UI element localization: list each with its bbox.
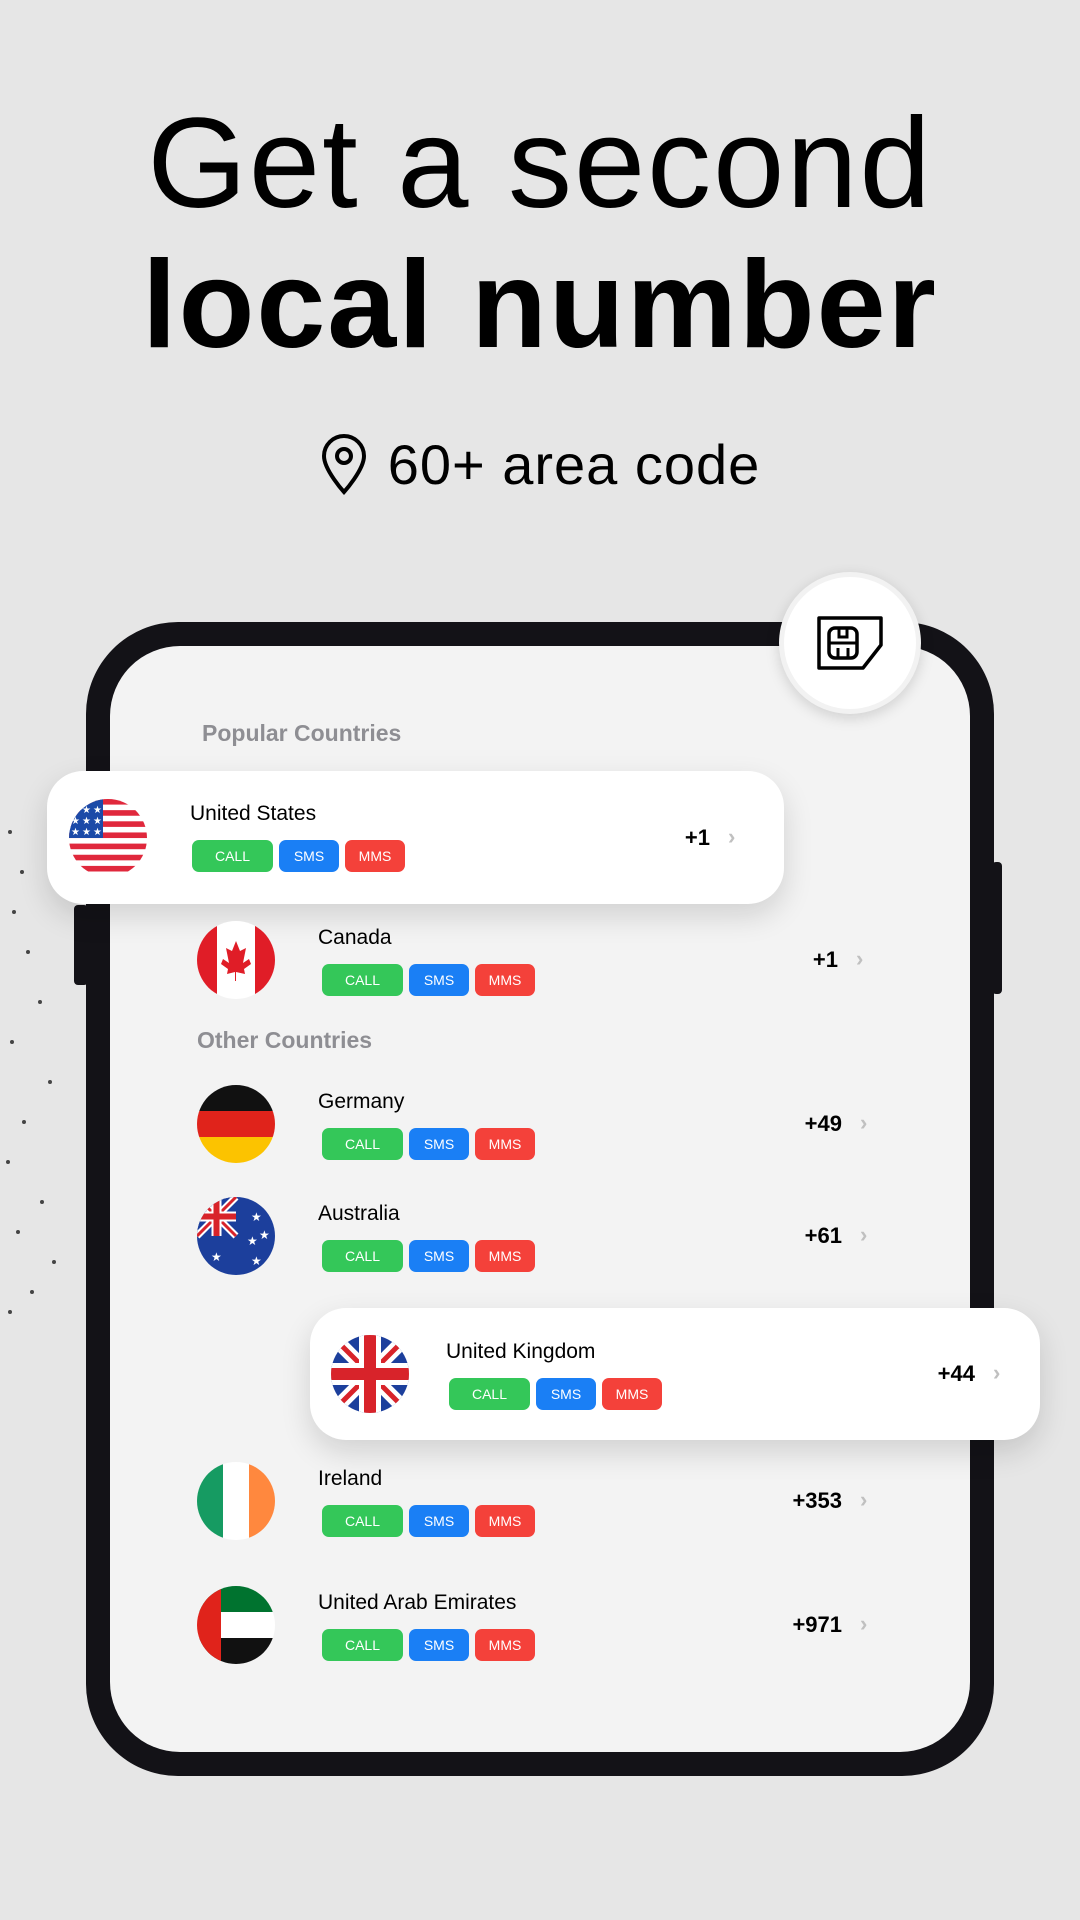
svg-text:★: ★ [82, 805, 91, 816]
section-other: Other Countries [197, 1027, 373, 1053]
chevron-right-icon: › [860, 1110, 868, 1135]
call-badge: CALL [322, 1505, 403, 1537]
headline-line2: local number [142, 236, 938, 374]
mms-badge: MMS [602, 1378, 662, 1410]
chevron-right-icon: › [860, 1222, 868, 1247]
chevron-right-icon: › [860, 1611, 868, 1636]
svg-text:★: ★ [247, 1234, 258, 1248]
sim-card-icon [817, 616, 883, 670]
sms-badge: SMS [279, 840, 339, 872]
svg-text:★: ★ [93, 805, 102, 816]
chevron-right-icon: › [993, 1360, 1001, 1385]
section-popular: Popular Countries [202, 720, 402, 746]
sim-card-badge [779, 572, 921, 714]
sms-badge: SMS [409, 1240, 469, 1272]
capability-badges: CALL SMS MMS [322, 1240, 535, 1272]
svg-text:★: ★ [93, 827, 102, 838]
country-name: United Arab Emirates [318, 1591, 517, 1614]
sms-badge: SMS [409, 964, 469, 996]
mms-badge: MMS [475, 1505, 535, 1537]
svg-text:★: ★ [259, 1228, 270, 1242]
capability-badges: CALL SMS MMS [192, 840, 405, 872]
country-name: Australia [318, 1202, 400, 1225]
country-name: Canada [318, 926, 392, 949]
svg-text:★: ★ [251, 1210, 262, 1224]
call-badge: CALL [322, 964, 403, 996]
dial-code: +971 [792, 1612, 842, 1637]
country-name: United Kingdom [446, 1340, 596, 1363]
chevron-right-icon: › [728, 824, 736, 849]
capability-badges: CALL SMS MMS [322, 1505, 535, 1537]
subtitle-text: 60+ area code [387, 433, 761, 496]
capability-badges: CALL SMS MMS [322, 1629, 535, 1661]
uk-flag-icon [331, 1335, 409, 1413]
sms-badge: SMS [409, 1128, 469, 1160]
svg-text:★: ★ [71, 827, 80, 838]
svg-text:★: ★ [251, 1254, 262, 1268]
call-badge: CALL [322, 1128, 403, 1160]
svg-text:★: ★ [211, 1250, 222, 1264]
mms-badge: MMS [475, 1629, 535, 1661]
canada-flag-icon [197, 921, 275, 999]
headline-line1: Get a second [147, 92, 933, 235]
mms-badge: MMS [345, 840, 405, 872]
capability-badges: CALL SMS MMS [322, 1128, 535, 1160]
svg-text:★: ★ [82, 816, 91, 827]
capability-badges: CALL SMS MMS [449, 1378, 662, 1410]
chevron-right-icon: › [856, 946, 864, 971]
uae-flag-icon [197, 1586, 275, 1664]
dial-code: +49 [804, 1111, 842, 1136]
call-badge: CALL [192, 840, 273, 872]
chevron-right-icon: › [860, 1487, 868, 1512]
location-pin-icon [321, 433, 366, 495]
dial-code: +1 [812, 947, 838, 972]
call-badge: CALL [322, 1240, 403, 1272]
ireland-flag-icon [197, 1462, 275, 1540]
svg-text:★: ★ [82, 827, 91, 838]
dial-code: +1 [684, 825, 710, 850]
country-name: Ireland [318, 1467, 383, 1490]
mms-badge: MMS [475, 1240, 535, 1272]
call-badge: CALL [322, 1629, 403, 1661]
dial-code: +61 [804, 1223, 842, 1248]
capability-badges: CALL SMS MMS [322, 964, 535, 996]
australia-flag-icon: ★ ★ ★ ★ ★ [197, 1197, 275, 1275]
country-name: Germany [318, 1090, 405, 1113]
sms-badge: SMS [409, 1629, 469, 1661]
country-name: United States [190, 802, 317, 825]
mms-badge: MMS [475, 964, 535, 996]
dial-code: +353 [792, 1488, 842, 1513]
germany-flag-icon [197, 1085, 275, 1163]
svg-text:★: ★ [93, 816, 102, 827]
dial-code: +44 [937, 1361, 975, 1386]
call-badge: CALL [449, 1378, 530, 1410]
sms-badge: SMS [536, 1378, 596, 1410]
sms-badge: SMS [409, 1505, 469, 1537]
us-flag-icon: ★★★★★★★★★ [69, 799, 147, 877]
mms-badge: MMS [475, 1128, 535, 1160]
subtitle: 60+ area code [0, 432, 1080, 497]
